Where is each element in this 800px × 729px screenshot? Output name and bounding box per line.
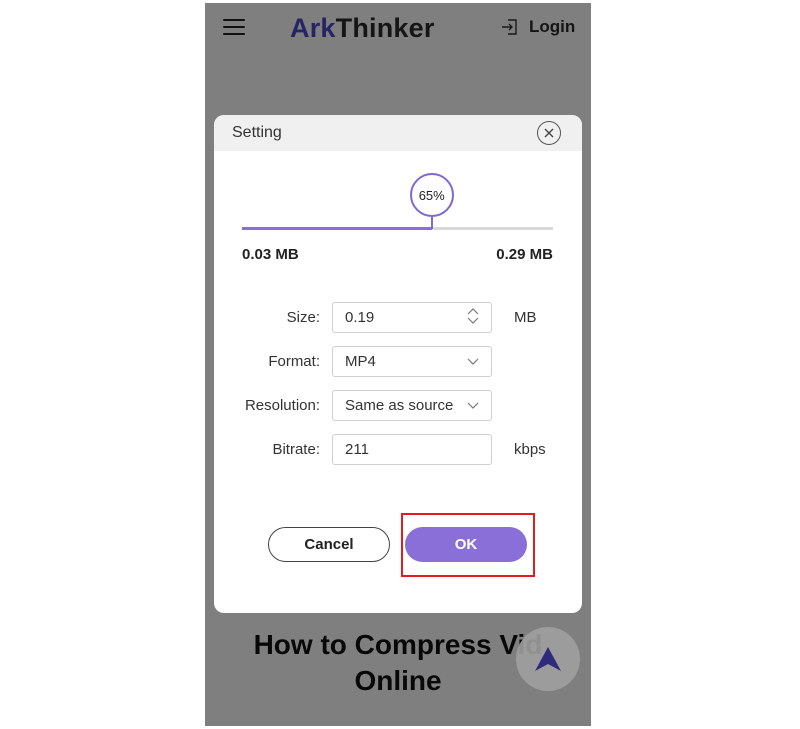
dialog-header: Setting — [214, 115, 582, 151]
slider-fill — [242, 227, 432, 230]
chevron-down-icon — [467, 402, 479, 409]
max-size-label: 0.29 MB — [496, 246, 553, 263]
close-icon — [544, 128, 554, 138]
min-size-label: 0.03 MB — [242, 246, 299, 263]
slider-percent-label: 65% — [418, 187, 445, 203]
resolution-select[interactable]: Same as source — [332, 390, 492, 421]
format-label: Format: — [268, 353, 320, 370]
compression-slider-track[interactable] — [242, 227, 553, 230]
resolution-label: Resolution: — [244, 397, 320, 414]
ok-highlight-box — [401, 513, 535, 577]
size-input[interactable]: 0.19 — [332, 302, 492, 333]
format-value: MP4 — [345, 353, 376, 370]
size-value: 0.19 — [345, 309, 375, 326]
slider-knob[interactable]: 65% — [409, 173, 454, 217]
slider-knob-stem — [430, 217, 433, 229]
close-button[interactable] — [537, 121, 561, 145]
format-select[interactable]: MP4 — [332, 346, 492, 377]
chevron-down-icon — [467, 358, 479, 365]
bitrate-label: Bitrate: — [272, 441, 320, 458]
size-label: Size: — [286, 309, 320, 326]
bitrate-input[interactable]: 211 — [332, 434, 492, 465]
bitrate-value: 211 — [345, 441, 369, 458]
arrow-up-icon — [535, 647, 561, 671]
cancel-button[interactable]: Cancel — [268, 527, 390, 562]
dialog-title: Setting — [232, 124, 282, 141]
size-unit: MB — [514, 309, 537, 326]
scroll-top-button[interactable] — [516, 627, 580, 691]
stepper-icon[interactable] — [467, 307, 479, 325]
bitrate-unit: kbps — [514, 441, 546, 458]
resolution-value: Same as source — [345, 397, 454, 414]
